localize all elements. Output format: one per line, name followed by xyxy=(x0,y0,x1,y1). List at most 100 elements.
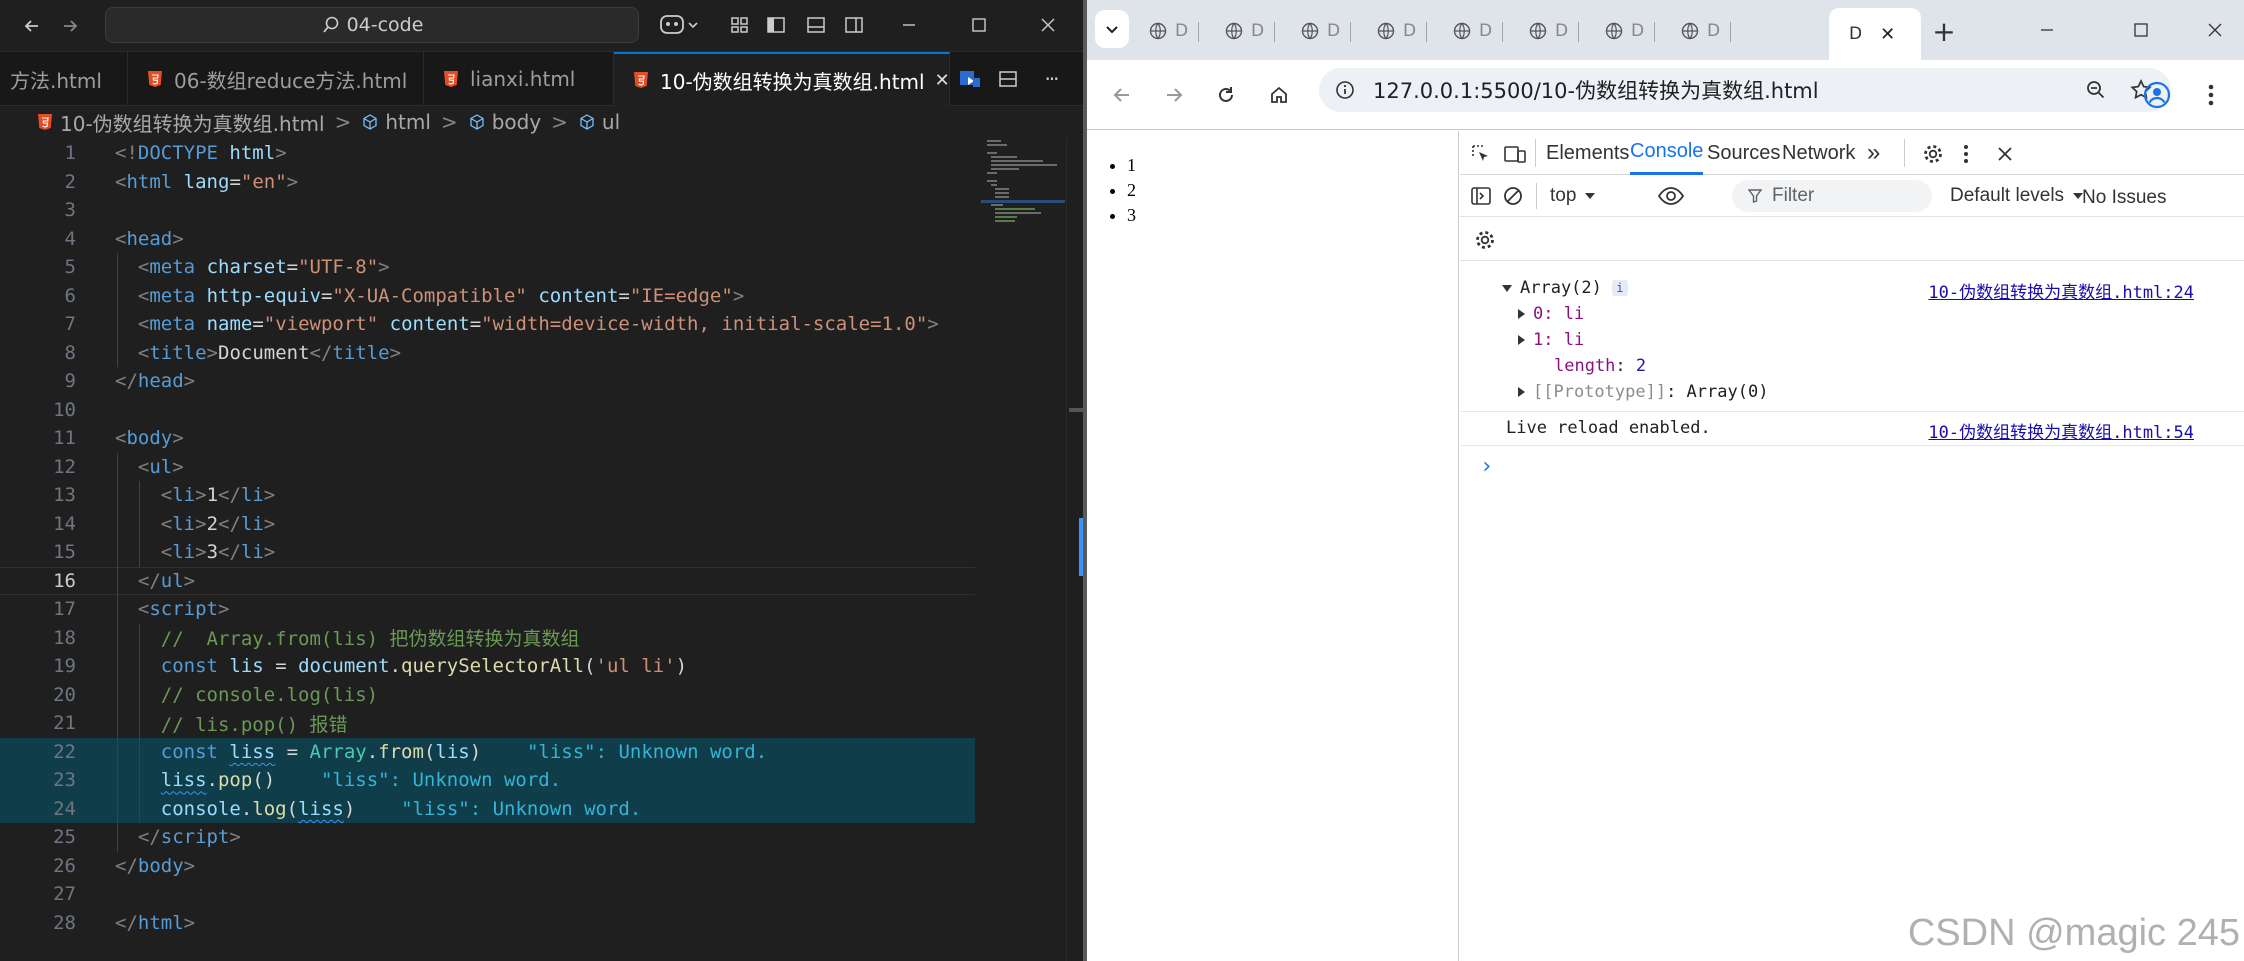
devtools-tab-elements[interactable]: Elements xyxy=(1546,131,1629,175)
browser-tab[interactable]: D xyxy=(1205,10,1275,52)
code-line[interactable]: 2 <html lang="en"> xyxy=(0,168,975,197)
maximize-icon[interactable] xyxy=(966,12,992,38)
code-line[interactable]: 1 <!DOCTYPE html> xyxy=(0,139,975,168)
maximize-icon[interactable] xyxy=(2127,16,2155,44)
back-arrow-icon[interactable] xyxy=(18,12,46,40)
array-item-row[interactable]: 1: li xyxy=(1518,327,1584,353)
log-array-summary[interactable]: Array(2) i xyxy=(1502,275,1628,301)
code-line[interactable]: 17 <script> xyxy=(0,595,975,624)
context-selector[interactable]: top xyxy=(1550,181,1596,211)
code-line[interactable]: 13 <li>1</li> xyxy=(0,481,975,510)
prototype-row[interactable]: [[Prototype]]: Array(0) xyxy=(1518,379,1768,405)
toggle-secondary-sidebar-icon[interactable] xyxy=(841,12,867,38)
close-devtools-icon[interactable] xyxy=(1990,139,2020,169)
editor-tab-fangfa[interactable]: 方法.html xyxy=(0,52,128,106)
editor-tab-active[interactable]: 10-伪数组转换为真数组.html ✕ xyxy=(614,52,950,106)
browser-tab[interactable]: D xyxy=(1433,10,1503,52)
tab-search-chevron-icon[interactable] xyxy=(1095,10,1129,48)
new-tab-button[interactable]: + xyxy=(1927,14,1961,48)
chrome-menu-icon[interactable] xyxy=(2199,78,2223,112)
zoom-icon[interactable] xyxy=(2085,79,2107,101)
code-line[interactable]: 12 <ul> xyxy=(0,453,975,482)
code-line[interactable]: 16 </ul> xyxy=(0,566,975,595)
log-levels-dropdown[interactable]: Default levels xyxy=(1950,181,2084,211)
code-line[interactable]: 5 <meta charset="UTF-8"> xyxy=(0,253,975,282)
code-line[interactable]: 23 liss.pop() "liss": Unknown word. xyxy=(0,766,975,795)
settings-gear-icon[interactable] xyxy=(1918,139,1948,169)
code-editor[interactable]: 1 <!DOCTYPE html> 2 <html lang="en"> 3 4 <head… xyxy=(0,138,1083,961)
browser-tab-active[interactable]: D ✕ xyxy=(1829,8,1921,60)
forward-arrow-icon[interactable] xyxy=(56,12,84,40)
clear-console-icon[interactable] xyxy=(1498,181,1528,211)
more-actions-icon[interactable]: ··· xyxy=(1033,65,1069,93)
back-arrow-icon[interactable] xyxy=(1107,80,1137,110)
code-line[interactable]: 19 const lis = document.querySelectorAll… xyxy=(0,652,975,681)
code-line[interactable]: 24 console.log(liss) "liss": Unknown wor… xyxy=(0,794,975,823)
live-expression-eye-icon[interactable] xyxy=(1654,181,1688,211)
live-preview-icon[interactable] xyxy=(956,65,984,93)
code-line[interactable]: 26 </body> xyxy=(0,852,975,881)
code-line[interactable]: 18 // Array.from(lis) 把伪数组转换为真数组 xyxy=(0,624,975,653)
devtools-tab-sources[interactable]: Sources xyxy=(1707,131,1780,175)
collapsed-triangle-icon[interactable] xyxy=(1518,335,1525,345)
code-line[interactable]: 4 <head> xyxy=(0,225,975,254)
url-text[interactable]: 127.0.0.1:5500/10-伪数组转换为真数组.html xyxy=(1373,75,1819,105)
split-editor-icon[interactable] xyxy=(994,65,1022,93)
inspect-element-icon[interactable] xyxy=(1466,139,1496,169)
code-line[interactable]: 21 // lis.pop() 报错 xyxy=(0,709,975,738)
breadcrumb-ul[interactable]: ul xyxy=(602,110,620,134)
code-line[interactable]: 11 <body> xyxy=(0,424,975,453)
toggle-primary-sidebar-icon[interactable] xyxy=(763,12,789,38)
console-settings-gear-icon[interactable] xyxy=(1470,225,1500,255)
breadcrumb-html[interactable]: html xyxy=(385,110,431,134)
code-line[interactable]: 10 xyxy=(0,396,975,425)
code-line[interactable]: 8 <title>Document</title> xyxy=(0,339,975,368)
collapsed-triangle-icon[interactable] xyxy=(1518,387,1525,397)
device-toolbar-icon[interactable] xyxy=(1500,139,1530,169)
browser-tab[interactable]: D xyxy=(1661,10,1731,52)
code-line[interactable]: 7 <meta name="viewport" content="width=d… xyxy=(0,310,975,339)
address-bar[interactable]: 127.0.0.1:5500/10-伪数组转换为真数组.html xyxy=(1319,68,2171,112)
home-icon[interactable] xyxy=(1264,80,1294,110)
tab-close-icon[interactable]: ✕ xyxy=(935,70,949,91)
code-line[interactable]: 6 <meta http-equiv="X-UA-Compatible" con… xyxy=(0,282,975,311)
profile-avatar-icon[interactable] xyxy=(2140,78,2174,112)
collapsed-triangle-icon[interactable] xyxy=(1518,309,1525,319)
browser-tab[interactable]: D xyxy=(1281,10,1351,52)
command-center-search[interactable]: 04-code xyxy=(105,7,639,43)
forward-arrow-icon[interactable] xyxy=(1159,80,1189,110)
minimap[interactable] xyxy=(981,138,1065,961)
code-line[interactable]: 27 xyxy=(0,880,975,909)
editor-scrollbar[interactable] xyxy=(1066,138,1083,961)
close-window-icon[interactable] xyxy=(2201,16,2229,44)
sidebar-toggle-icon[interactable] xyxy=(1466,181,1496,211)
editor-tab-reduce[interactable]: 06-数组reduce方法.html xyxy=(128,52,424,106)
customize-layout-icon[interactable] xyxy=(727,12,753,38)
copilot-icon[interactable] xyxy=(656,10,704,40)
browser-tab[interactable]: D xyxy=(1509,10,1579,52)
site-info-icon[interactable] xyxy=(1335,80,1355,100)
minimize-icon[interactable] xyxy=(896,12,922,38)
more-tabs-chevron-icon[interactable]: » xyxy=(1867,131,1880,175)
source-link[interactable]: 10-伪数组转换为真数组.html:54 xyxy=(1928,418,2194,443)
code-line[interactable]: 9 </head> xyxy=(0,367,975,396)
source-link[interactable]: 10-伪数组转换为真数组.html:24 xyxy=(1928,278,2194,303)
console-prompt[interactable]: › xyxy=(1480,453,1493,479)
browser-tab[interactable]: D xyxy=(1129,10,1199,52)
devtools-tab-network[interactable]: Network xyxy=(1782,131,1855,175)
breadcrumb-body[interactable]: body xyxy=(492,110,541,134)
code-line[interactable]: 3 xyxy=(0,196,975,225)
issues-count[interactable]: No Issues xyxy=(2082,187,2166,209)
array-item-row[interactable]: 0: li xyxy=(1518,301,1584,327)
code-line[interactable]: 28 </html> xyxy=(0,909,975,938)
reload-icon[interactable] xyxy=(1211,80,1241,110)
browser-tab[interactable]: D xyxy=(1357,10,1427,52)
close-window-icon[interactable] xyxy=(1035,12,1061,38)
breadcrumb-file[interactable]: 10-伪数组转换为真数组.html xyxy=(60,108,325,137)
code-line[interactable]: 25 </script> xyxy=(0,823,975,852)
code-line[interactable]: 22 const liss = Array.from(lis) "liss": … xyxy=(0,737,975,766)
code-line[interactable]: 20 // console.log(lis) xyxy=(0,681,975,710)
info-icon[interactable]: i xyxy=(1611,280,1628,296)
editor-tab-lianxi[interactable]: lianxi.html xyxy=(424,52,614,106)
minimize-icon[interactable] xyxy=(2033,16,2061,44)
